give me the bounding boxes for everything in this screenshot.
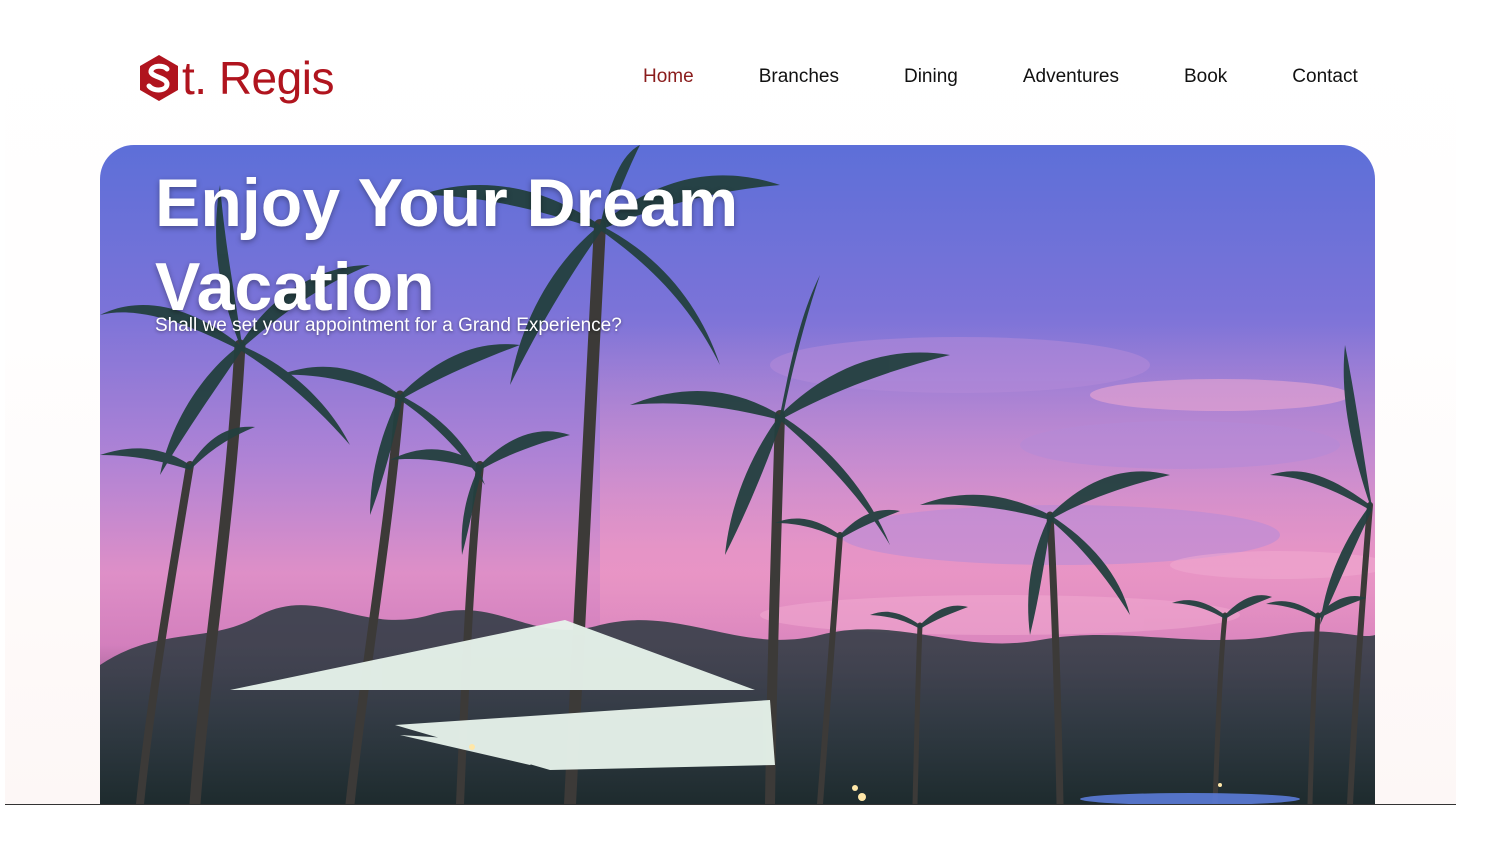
nav-adventures[interactable]: Adventures <box>1023 66 1119 88</box>
nav-contact[interactable]: Contact <box>1292 66 1357 88</box>
page: t. Regis Home Branches Dining Adventures… <box>0 0 1510 855</box>
nav-book[interactable]: Book <box>1184 66 1227 88</box>
hero-title: Enjoy Your Dream Vacation <box>155 165 739 325</box>
logo-mark-icon <box>140 55 178 101</box>
nav-home[interactable]: Home <box>643 66 694 88</box>
hero-banner: Enjoy Your Dream Vacation Shall we set y… <box>100 145 1375 804</box>
main-nav: Home Branches Dining Adventures Book Con… <box>643 66 1358 88</box>
page-body: t. Regis Home Branches Dining Adventures… <box>5 0 1456 805</box>
nav-branches[interactable]: Branches <box>759 66 839 88</box>
nav-dining[interactable]: Dining <box>904 66 958 88</box>
brand-logo[interactable]: t. Regis <box>138 50 334 106</box>
logo-text: t. Regis <box>182 52 334 104</box>
hero-subtitle: Shall we set your appointment for a Gran… <box>155 315 622 336</box>
